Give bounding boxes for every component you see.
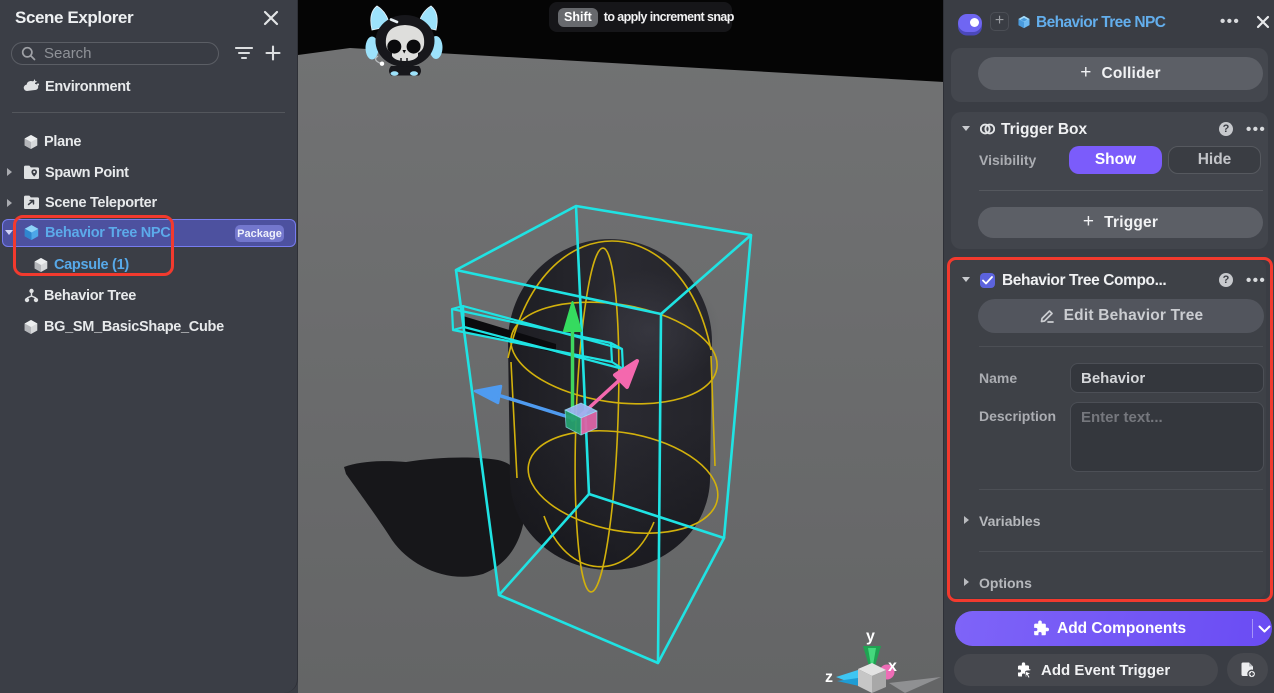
svg-text:z: z <box>825 669 833 686</box>
svg-text:y: y <box>866 628 875 645</box>
svg-text:x: x <box>888 658 897 675</box>
